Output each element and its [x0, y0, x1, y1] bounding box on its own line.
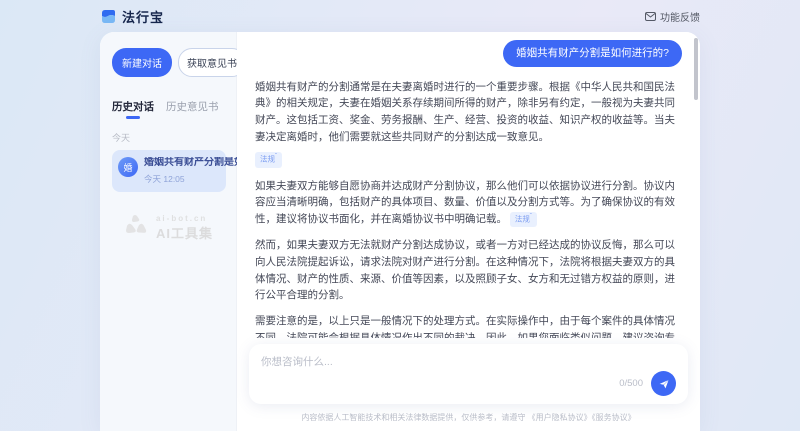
answer-paragraph-3: 然而，如果夫妻双方无法就财产分割达成协议，或者一方对已经达成的协议反悔，那么可以… — [255, 237, 682, 304]
sidebar: 新建对话 获取意见书 历史对话 历史意见书 今天 婚 婚姻共有财产分割是如何..… — [100, 32, 237, 431]
send-button[interactable] — [651, 371, 676, 396]
tab-history-chats[interactable]: 历史对话 — [112, 99, 154, 119]
main-card: 新建对话 获取意见书 历史对话 历史意见书 今天 婚 婚姻共有财产分割是如何..… — [100, 32, 700, 431]
answer-paragraph-4: 需要注意的是，以上只是一般情况下的处理方式。在实际操作中，由于每个案件的具体情况… — [255, 313, 682, 338]
char-counter: 0/500 — [619, 378, 643, 389]
tab-history-opinions[interactable]: 历史意见书 — [166, 99, 219, 119]
answer-paragraph-1: 婚姻共有财产的分割通常是在夫妻离婚时进行的一个重要步骤。根据《中华人民共和国民法… — [255, 79, 682, 146]
watermark-paw-icon — [125, 214, 151, 241]
conversation-item[interactable]: 婚 婚姻共有财产分割是如何... 今天 12:05 — [112, 150, 226, 192]
brand-name: 法行宝 — [122, 7, 164, 26]
conversation-avatar: 婚 — [118, 157, 138, 177]
conversation-group-label: 今天 — [112, 131, 226, 144]
law-reference-tag-1[interactable]: 法规ˆ — [255, 152, 282, 168]
envelope-icon — [645, 12, 656, 21]
watermark: ai-bot.cn AI工具集 — [112, 214, 226, 242]
get-opinion-button[interactable]: 获取意见书 — [178, 48, 246, 77]
paper-plane-icon — [658, 378, 670, 390]
watermark-line2: AI工具集 — [156, 223, 213, 242]
chat-panel: 婚姻共有财产分割是如何进行的? 婚姻共有财产的分割通常是在夫妻离婚时进行的一个重… — [237, 32, 700, 431]
composer: 0/500 — [249, 344, 688, 404]
feedback-label: 功能反馈 — [660, 9, 700, 24]
watermark-line1: ai-bot.cn — [156, 214, 213, 223]
message-input[interactable] — [261, 354, 676, 371]
chat-scroll-area[interactable]: 婚姻共有财产分割是如何进行的? 婚姻共有财产的分割通常是在夫妻离婚时进行的一个重… — [237, 32, 700, 338]
answer-paragraph-2: 如果夫妻双方能够自愿协商并达成财产分割协议，那么他们可以依据协议进行分割。协议内… — [255, 178, 682, 228]
top-header: 法行宝 功能反馈 — [0, 0, 800, 32]
disclaimer-text: 内容依据人工智能技术和相关法律数据提供，仅供参考，请遵守 《用户隐私协议》《服务… — [237, 408, 700, 431]
assistant-answer: 婚姻共有财产的分割通常是在夫妻离婚时进行的一个重要步骤。根据《中华人民共和国民法… — [255, 79, 682, 338]
scrollbar-thumb[interactable] — [694, 38, 698, 100]
new-chat-button[interactable]: 新建对话 — [112, 48, 172, 77]
user-message-bubble: 婚姻共有财产分割是如何进行的? — [503, 40, 682, 67]
sidebar-tabs: 历史对话 历史意见书 — [112, 99, 226, 119]
brand-logo: 法行宝 — [100, 7, 164, 26]
law-reference-tag-2[interactable]: 法规ˆ — [510, 212, 537, 228]
feedback-link[interactable]: 功能反馈 — [645, 9, 700, 24]
faxingbao-logo-icon — [100, 8, 117, 25]
